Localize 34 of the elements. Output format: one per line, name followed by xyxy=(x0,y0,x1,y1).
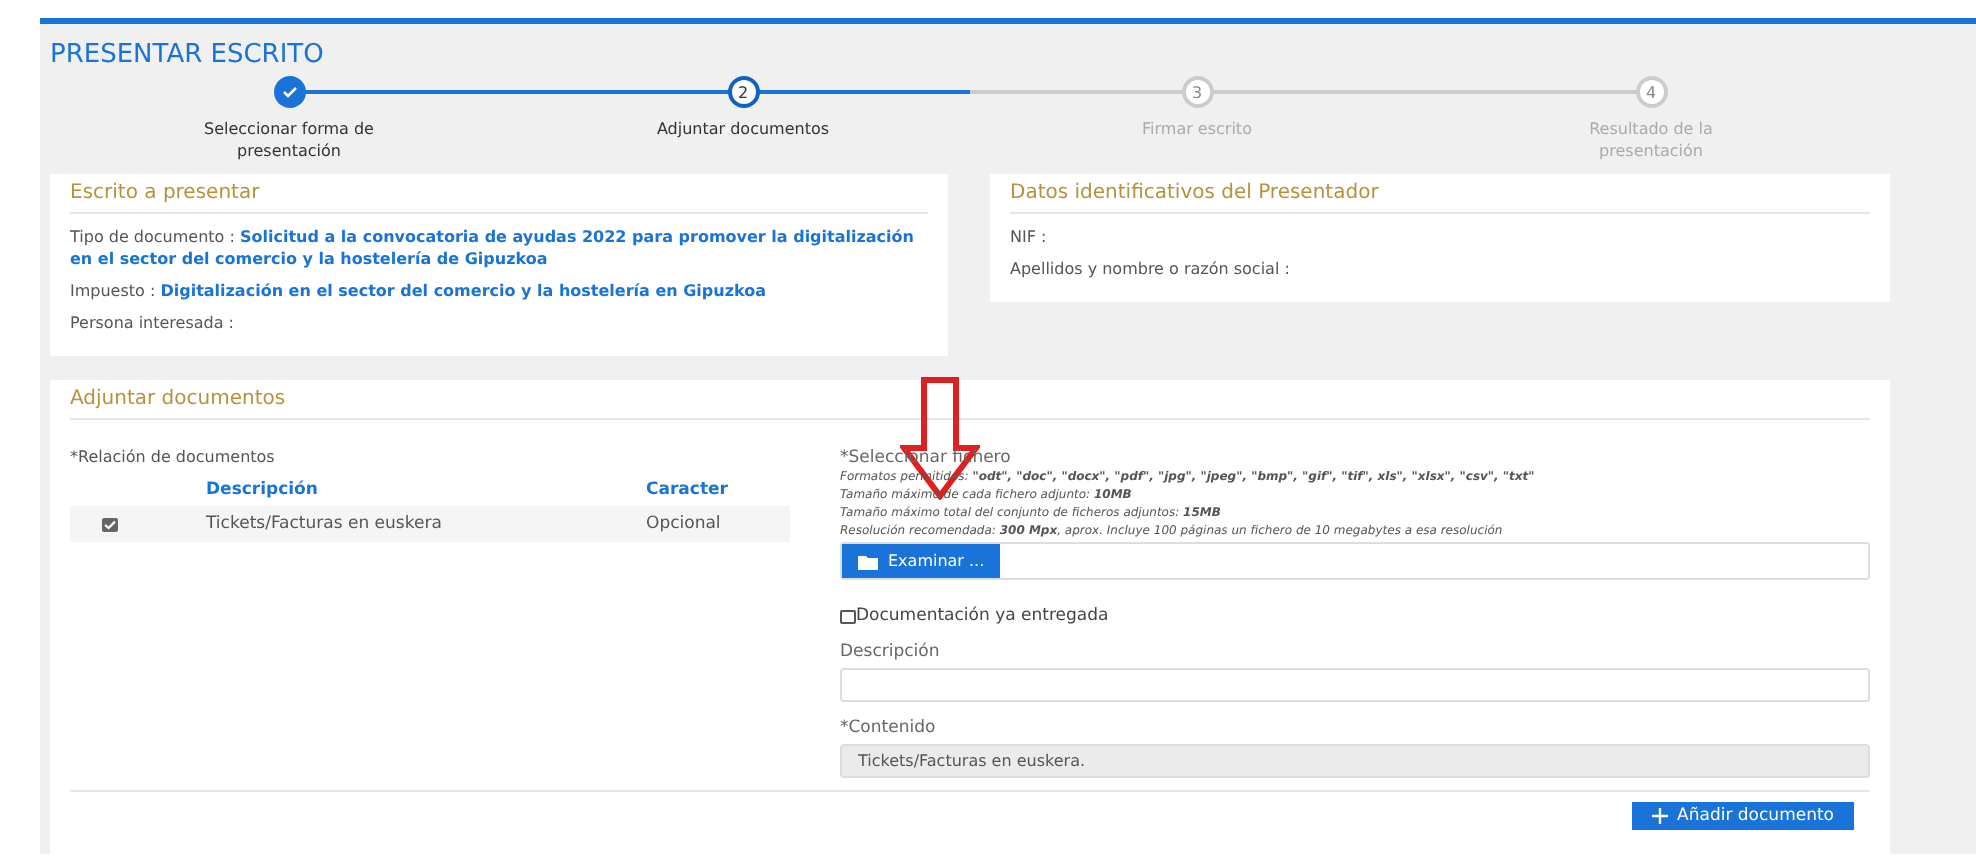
step-circle[interactable] xyxy=(273,76,305,108)
step-label: Firmar escrito xyxy=(1140,118,1254,140)
field-label: Apellidos y nombre o razón social : xyxy=(1010,258,1292,280)
field-text: Tipo de documento : Solicitud a la convocatoria de ayudas 2022 para promover la digitalización en el sector del comercio y la hostelería de Gipuzkoa xyxy=(70,226,916,270)
field-text: Impuesto : Digitalización en el sector del comercio y la hostelería en Gipuzkoa xyxy=(70,280,768,302)
plus-icon xyxy=(1651,808,1668,824)
page-title: PRESENTAR ESCRITO xyxy=(50,40,326,70)
browse-button[interactable]: Examinar ... xyxy=(842,544,1001,578)
section-label: *Relación de documentos xyxy=(70,448,277,466)
input-field[interactable] xyxy=(840,668,1870,702)
card-title: Datos identificativos del Presentador xyxy=(1010,174,1870,214)
step-number[interactable]: 4 xyxy=(1635,76,1667,108)
column-header: Caracter xyxy=(646,478,730,504)
step-label: Seleccionar forma de presentación xyxy=(202,118,376,162)
field-label: Descripción xyxy=(840,642,942,662)
file-field[interactable]: Examinar ... xyxy=(840,542,1870,580)
field-text: Persona interesada : xyxy=(70,312,237,334)
folder-icon xyxy=(858,553,880,569)
checkbox-label[interactable]: Documentación ya entregada xyxy=(840,606,1870,626)
input-field[interactable]: Tickets/Facturas en euskera. xyxy=(840,744,1870,778)
card-title: Escrito a presentar xyxy=(70,174,928,214)
column-header: Descripción xyxy=(206,478,320,504)
checkbox[interactable] xyxy=(840,609,856,623)
step-number[interactable]: 2 xyxy=(727,76,759,108)
card-title: Adjuntar documentos xyxy=(70,380,1870,420)
table-cell: Opcional xyxy=(646,506,790,542)
field-label: *Contenido xyxy=(840,718,938,738)
step-label: Resultado de la presentación xyxy=(1587,118,1715,162)
table-cell: Tickets/Facturas en euskera xyxy=(206,506,646,542)
field-label: NIF : xyxy=(1010,226,1049,248)
step-number[interactable]: 3 xyxy=(1181,76,1213,108)
step-label: Adjuntar documentos xyxy=(654,118,832,140)
checkbox[interactable] xyxy=(102,517,118,531)
add-button[interactable]: Añadir documento xyxy=(1631,802,1854,830)
